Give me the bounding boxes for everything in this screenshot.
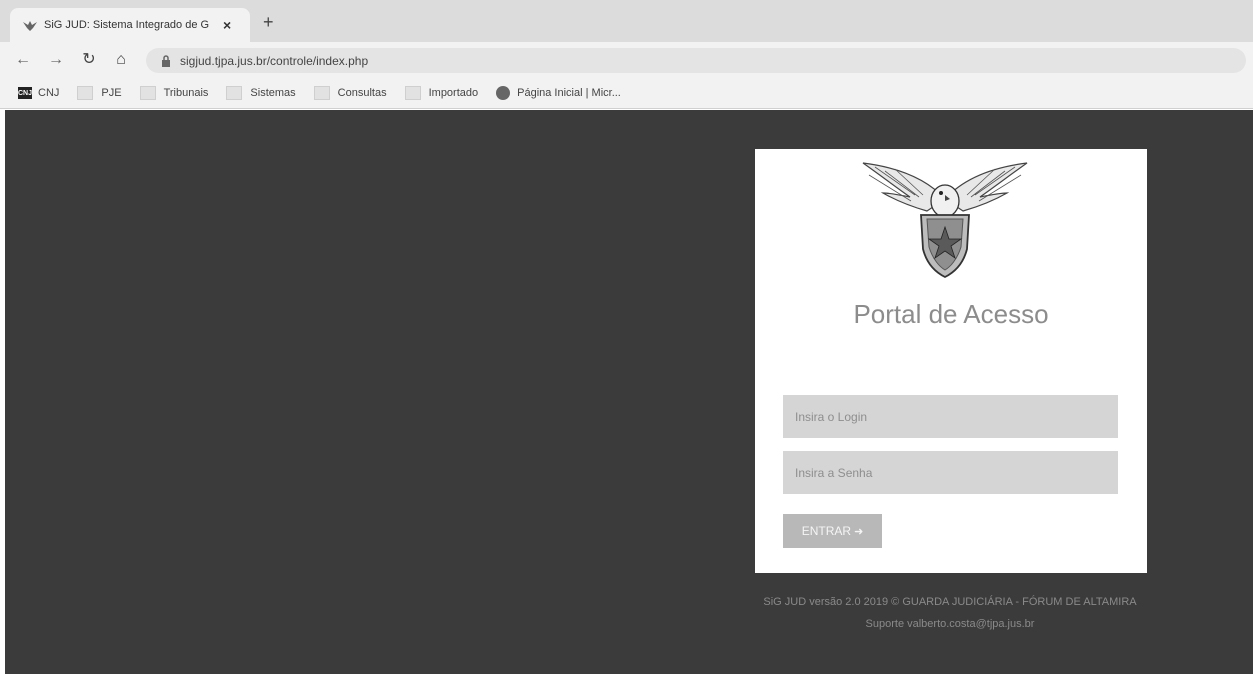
- page-viewport: Portal de Acesso ENTRAR ➜ SiG JUD versão…: [5, 110, 1253, 674]
- folder-icon: [404, 86, 421, 100]
- new-tab-button[interactable]: +: [263, 12, 274, 33]
- reload-icon[interactable]: ↻: [78, 50, 100, 70]
- password-input[interactable]: [783, 451, 1118, 494]
- tab-strip: SiG JUD: Sistema Integrado de G × +: [0, 0, 1253, 42]
- address-bar[interactable]: sigjud.tjpa.jus.br/controle/index.php: [146, 48, 1246, 73]
- bookmark-label: Importado: [428, 87, 479, 99]
- bookmark-tribunais[interactable]: Tribunais: [139, 86, 209, 100]
- home-icon[interactable]: ⌂: [110, 50, 132, 70]
- bookmark-cnj[interactable]: CNJ CNJ: [18, 87, 59, 99]
- eagle-favicon-icon: [22, 17, 38, 33]
- browser-tab[interactable]: SiG JUD: Sistema Integrado de G ×: [10, 8, 250, 42]
- bookmark-label: Consultas: [337, 87, 387, 99]
- tab-title: SiG JUD: Sistema Integrado de G: [44, 19, 210, 31]
- office-icon: [496, 86, 511, 100]
- cnj-icon: CNJ: [18, 87, 32, 99]
- bookmark-label: Tribunais: [163, 87, 209, 99]
- page-title: Portal de Acesso: [853, 299, 1049, 329]
- footer-version-text: SiG JUD versão 2.0 2019 © GUARDA JUDICIÁ…: [763, 596, 1137, 608]
- forward-arrow-icon[interactable]: →: [45, 50, 67, 70]
- bookmark-label: PJE: [101, 87, 122, 99]
- entrar-button[interactable]: ENTRAR ➜: [783, 514, 882, 548]
- bookmark-pje[interactable]: PJE: [77, 86, 122, 100]
- footer-support-text: Suporte valberto.costa@tjpa.jus.br: [865, 618, 1035, 630]
- folder-icon: [77, 86, 94, 100]
- bookmark-consultas[interactable]: Consultas: [313, 86, 387, 100]
- url-text[interactable]: sigjud.tjpa.jus.br/controle/index.php: [180, 54, 368, 68]
- browser-toolbar: ← → ↻ ⌂ sigjud.tjpa.jus.br/controle/inde…: [0, 42, 1253, 78]
- folder-icon: [313, 86, 330, 100]
- bookmarks-bar: CNJ CNJ PJE Tribunais Sistemas Consultas…: [0, 78, 1253, 109]
- bookmark-pagina-inicial[interactable]: Página Inicial | Micr...: [496, 86, 621, 100]
- close-tab-icon[interactable]: ×: [223, 17, 231, 33]
- bookmark-label: Página Inicial | Micr...: [517, 87, 621, 99]
- bookmark-importado[interactable]: Importado: [404, 86, 479, 100]
- bookmark-sistemas[interactable]: Sistemas: [226, 86, 296, 100]
- lock-icon[interactable]: [158, 53, 174, 69]
- folder-icon: [226, 86, 243, 100]
- entrar-label: ENTRAR: [801, 524, 852, 538]
- sign-in-icon: ➜: [854, 525, 864, 538]
- login-card: Portal de Acesso ENTRAR ➜: [755, 149, 1147, 573]
- guarda-emblem-logo: [862, 162, 1028, 279]
- back-arrow-icon[interactable]: ←: [12, 50, 34, 70]
- folder-icon: [139, 86, 156, 100]
- bookmark-label: CNJ: [38, 87, 60, 99]
- bookmark-label: Sistemas: [250, 87, 296, 99]
- login-input[interactable]: [783, 395, 1118, 438]
